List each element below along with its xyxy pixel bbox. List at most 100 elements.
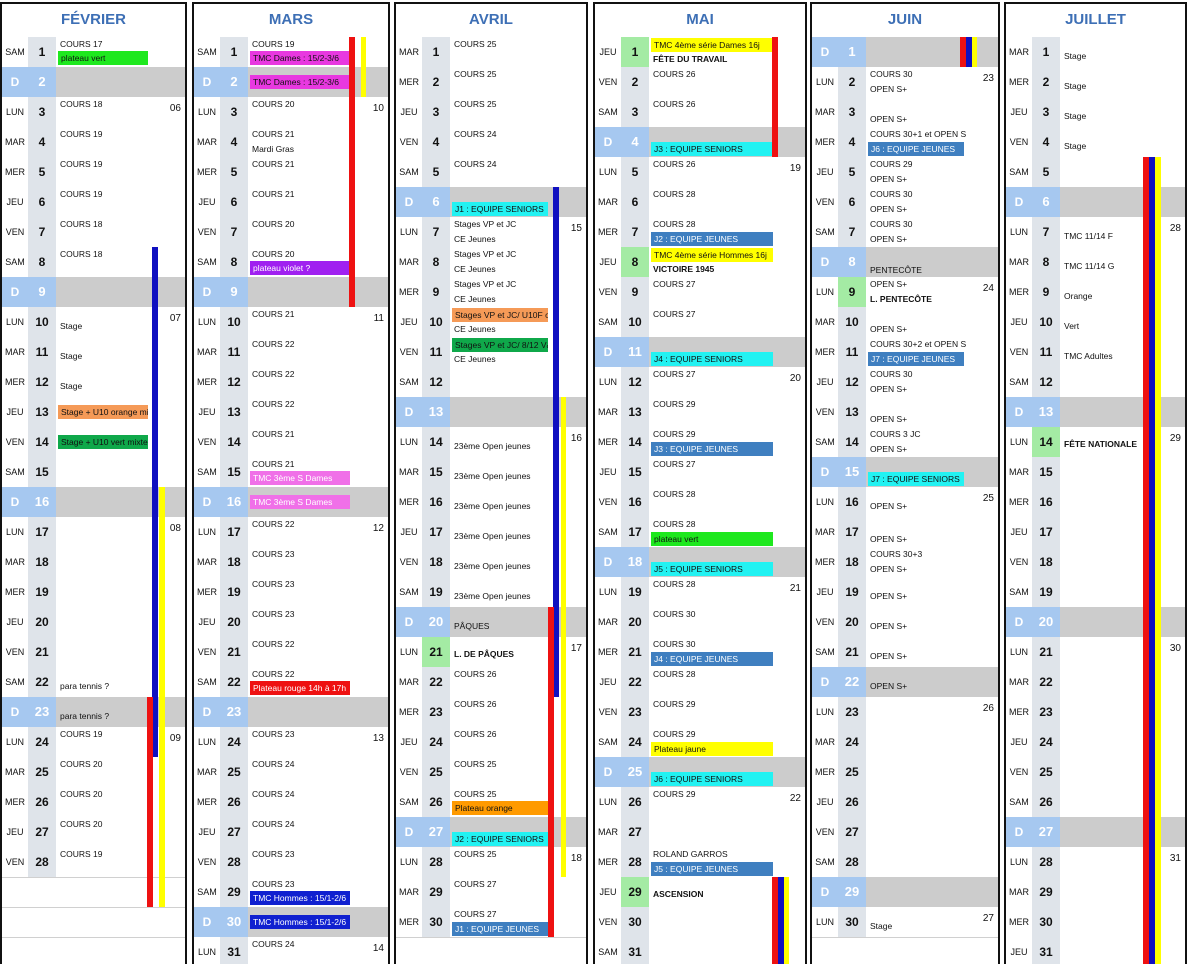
day-row[interactable]: JEU 8 VICTOIRE 1945 TMC 4ème série Hommes 1…	[595, 247, 805, 277]
day-row[interactable]: MAR 11 COURS 22	[194, 337, 388, 367]
day-row[interactable]: JEU 5 COURS 29 OPEN S+	[812, 157, 998, 187]
event-bar[interactable]: J6 : EQUIPE JEUNES	[868, 142, 964, 156]
event-bar[interactable]: J2 : EQUIPE SENIORS	[452, 832, 548, 846]
day-row[interactable]: LUN 5 COURS 26 19	[595, 157, 805, 187]
day-row[interactable]: MER 26 COURS 24	[194, 787, 388, 817]
event-bar[interactable]: J5 : EQUIPE SENIORS	[651, 562, 773, 576]
day-row[interactable]: MAR 4 COURS 21 Mardi Gras	[194, 127, 388, 157]
day-row[interactable]: SAM 14 COURS 3 JC OPEN S+	[812, 427, 998, 457]
day-row[interactable]: SAM 10 COURS 27	[595, 307, 805, 337]
day-row[interactable]: MAR 1 Stage	[1006, 37, 1185, 67]
day-row[interactable]: VEN 28 COURS 23	[194, 847, 388, 877]
event-bar[interactable]: TMC Hommes : 15/1-2/6	[250, 915, 350, 929]
day-row[interactable]: MER 23 COURS 26	[396, 697, 586, 727]
day-row[interactable]: LUN 9 OPEN S+ L. PENTECÔTE 24	[812, 277, 998, 307]
event-bar[interactable]: TMC Dames : 15/2-3/6	[250, 75, 350, 89]
day-row[interactable]: MER 2 COURS 25	[396, 67, 586, 97]
day-row[interactable]: MER 7 COURS 28 J2 : EQUIPE JEUNES	[595, 217, 805, 247]
day-row[interactable]: JEU 12 COURS 30 OPEN S+	[812, 367, 998, 397]
event-bar[interactable]: TMC 4ème série Hommes 16j	[651, 248, 773, 262]
day-row[interactable]: MAR 13 COURS 29	[595, 397, 805, 427]
day-row[interactable]: SAM 17 COURS 28 plateau vert	[595, 517, 805, 547]
event-bar[interactable]: plateau violet ?	[250, 261, 350, 275]
event-bar[interactable]: Plateau jaune	[651, 742, 773, 756]
day-row[interactable]: VEN 9 COURS 27	[595, 277, 805, 307]
day-row[interactable]: MER 18 COURS 30+3 OPEN S+	[812, 547, 998, 577]
event-bar[interactable]: J6 : EQUIPE SENIORS	[651, 772, 773, 786]
day-row[interactable]: LUN 3 COURS 20 10	[194, 97, 388, 127]
day-row[interactable]: D 11 J4 : EQUIPE SENIORS	[595, 337, 805, 367]
day-row[interactable]: VEN 25 COURS 25	[396, 757, 586, 787]
day-row[interactable]: VEN 16 COURS 28	[595, 487, 805, 517]
event-bar[interactable]: Stage + U10 orange mi	[58, 405, 148, 419]
day-row[interactable]: D9	[194, 277, 388, 307]
day-row[interactable]: LUN 26 COURS 29 22	[595, 787, 805, 817]
event-bar[interactable]: TMC 4ème série Dames 16j	[651, 38, 773, 52]
day-row[interactable]: D 16 TMC 3ème S Dames	[194, 487, 388, 517]
day-row[interactable]: MER 4 COURS 30+1 et OPEN S J6 : EQUIPE JEUN…	[812, 127, 998, 157]
day-row[interactable]: JEU 15 COURS 27	[595, 457, 805, 487]
event-bar[interactable]: Plateau rouge 14h à 17h	[250, 681, 350, 695]
day-row[interactable]: JEU 13 COURS 22	[194, 397, 388, 427]
day-row[interactable]: MER 28 ROLAND GARROS J5 : EQUIPE JEUNES	[595, 847, 805, 877]
day-row[interactable]: MER 2 Stage	[1006, 67, 1185, 97]
day-row[interactable]: MAR 18 COURS 23	[194, 547, 388, 577]
day-row[interactable]: MAR 3 OPEN S+	[812, 97, 998, 127]
day-row[interactable]: SAM 22 COURS 22 Plateau rouge 14h à 17h	[194, 667, 388, 697]
day-row[interactable]: MAR 6 COURS 28	[595, 187, 805, 217]
day-row[interactable]: VEN 23 COURS 29	[595, 697, 805, 727]
day-row[interactable]: VEN 4 Stage	[1006, 127, 1185, 157]
day-row[interactable]: VEN 27	[812, 817, 998, 847]
day-row[interactable]: VEN 4 COURS 24	[396, 127, 586, 157]
day-row[interactable]: MAR 27	[595, 817, 805, 847]
event-bar[interactable]: Stages VP et JC/ U10F o	[452, 308, 548, 322]
day-row[interactable]: SAM 1 COURS 17 plateau vert	[2, 37, 185, 67]
event-bar[interactable]: J2 : EQUIPE JEUNES	[651, 232, 773, 246]
event-bar[interactable]: plateau vert	[651, 532, 773, 546]
day-row[interactable]: JEU 3 COURS 25	[396, 97, 586, 127]
day-row[interactable]: MER 14 COURS 29 J3 : EQUIPE JEUNES	[595, 427, 805, 457]
day-row[interactable]: MER 5 COURS 21	[194, 157, 388, 187]
day-row[interactable]: D 30 TMC Hommes : 15/1-2/6	[194, 907, 388, 937]
day-row[interactable]: MER 11 COURS 30+2 et OPEN S J7 : EQUIPE JEU…	[812, 337, 998, 367]
day-row[interactable]: JEU 6 COURS 19	[2, 187, 185, 217]
day-row[interactable]: MER 26 COURS 20	[2, 787, 185, 817]
day-row[interactable]: SAM 21 OPEN S+	[812, 637, 998, 667]
day-row[interactable]: D 25 J6 : EQUIPE SENIORS	[595, 757, 805, 787]
day-row[interactable]: JEU 20 COURS 23	[194, 607, 388, 637]
event-bar[interactable]: J7 : EQUIPE SENIORS	[868, 472, 964, 486]
day-row[interactable]: LUN 16 OPEN S+ 25	[812, 487, 998, 517]
day-row[interactable]: JEU 22 COURS 28	[595, 667, 805, 697]
day-row[interactable]: SAM 1 COURS 19 TMC Dames : 15/2-3/6	[194, 37, 388, 67]
day-row[interactable]: VEN 28 COURS 19	[2, 847, 185, 877]
day-row[interactable]: SAM 24 COURS 29 Plateau jaune	[595, 727, 805, 757]
day-row[interactable]: MAR 4 COURS 19	[2, 127, 185, 157]
day-row[interactable]: LUN 10 COURS 21 11	[194, 307, 388, 337]
day-row[interactable]: D 27 J2 : EQUIPE SENIORS	[396, 817, 586, 847]
event-bar[interactable]: J3 : EQUIPE SENIORS	[651, 142, 773, 156]
day-row[interactable]: SAM 26 COURS 25 Plateau orange	[396, 787, 586, 817]
day-row[interactable]: MAR 1 COURS 25	[396, 37, 586, 67]
day-row[interactable]: D 29	[812, 877, 998, 907]
day-row[interactable]: MAR 20 COURS 30	[595, 607, 805, 637]
day-row[interactable]: MAR 24	[812, 727, 998, 757]
day-row[interactable]: VEN 7 COURS 20	[194, 217, 388, 247]
day-row[interactable]: MAR 29 COURS 27	[396, 877, 586, 907]
day-row[interactable]: LUN 24 COURS 23 13	[194, 727, 388, 757]
day-row[interactable]: D 2 TMC Dames : 15/2-3/6	[194, 67, 388, 97]
event-bar[interactable]: J3 : EQUIPE JEUNES	[651, 442, 773, 456]
day-row[interactable]: JEU 27 COURS 24	[194, 817, 388, 847]
day-row[interactable]: SAM 8 COURS 20 plateau violet ?	[194, 247, 388, 277]
day-row[interactable]: D 8 PENTECÔTE	[812, 247, 998, 277]
day-row[interactable]: SAM 15 COURS 21 TMC 3ème S Dames	[194, 457, 388, 487]
day-row[interactable]: D 23	[194, 697, 388, 727]
day-row[interactable]: MER 19 COURS 23	[194, 577, 388, 607]
day-row[interactable]: MAR 25 COURS 20	[2, 757, 185, 787]
day-row[interactable]: LUN 2 COURS 30 OPEN S+ 23	[812, 67, 998, 97]
event-bar[interactable]: TMC 3ème S Dames	[250, 471, 350, 485]
day-row[interactable]: JEU 24 COURS 26	[396, 727, 586, 757]
day-row[interactable]: VEN 20 OPEN S+	[812, 607, 998, 637]
day-row[interactable]: D 15 J7 : EQUIPE SENIORS	[812, 457, 998, 487]
day-row[interactable]: D2	[2, 67, 185, 97]
day-row[interactable]: D 18 J5 : EQUIPE SENIORS	[595, 547, 805, 577]
